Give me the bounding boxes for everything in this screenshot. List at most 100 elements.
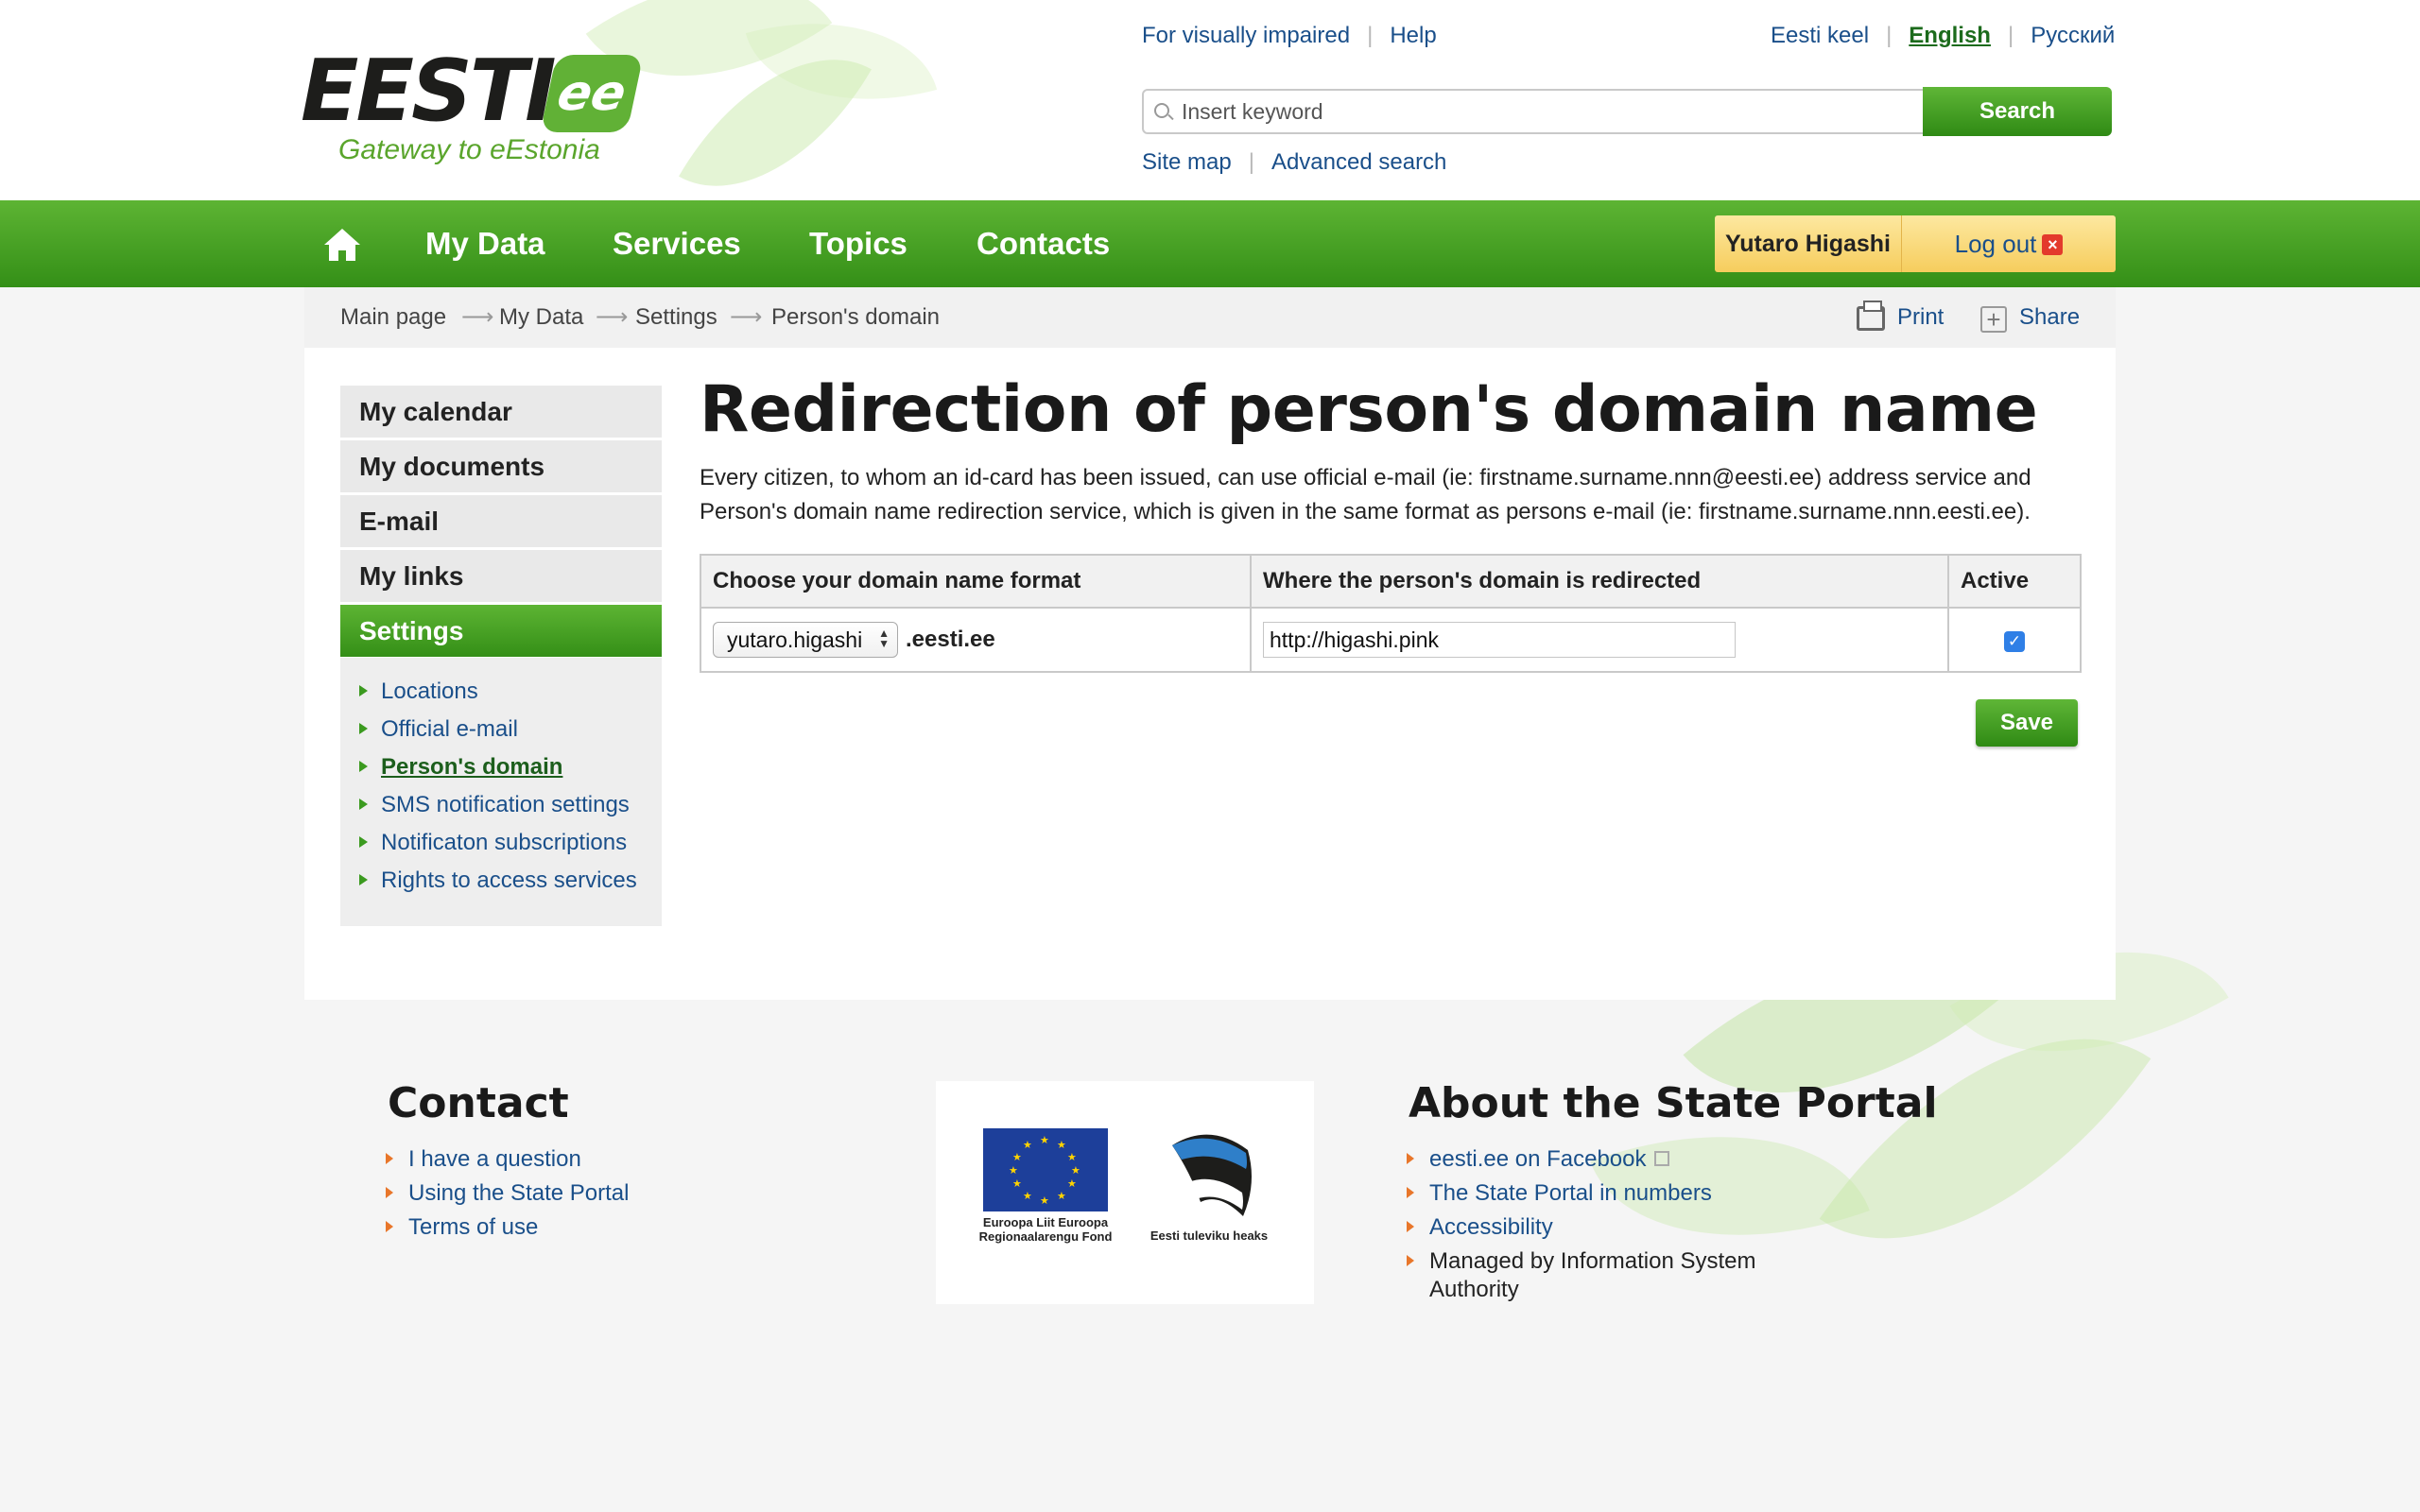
search-bar: Search xyxy=(1142,87,2112,136)
plus-icon[interactable]: + xyxy=(1980,306,2007,333)
main-navigation: My Data Services Topics Contacts Yutaro … xyxy=(0,200,2420,287)
nav-contacts[interactable]: Contacts xyxy=(977,225,1110,263)
lang-english[interactable]: English xyxy=(1909,23,1991,48)
logout-label: Log out xyxy=(1954,230,2037,258)
logo-tagline: Gateway to eEstonia xyxy=(338,134,600,165)
subnav-official-email[interactable]: Official e-mail xyxy=(359,716,518,743)
footer-link-question[interactable]: I have a question xyxy=(386,1145,581,1174)
breadcrumb-my-data[interactable]: My Data xyxy=(499,304,583,331)
breadcrumb-arrow-icon: ⟶ xyxy=(461,304,494,330)
footer-link-using-portal[interactable]: Using the State Portal xyxy=(386,1179,629,1208)
footer-contact-heading: Contact xyxy=(388,1079,569,1127)
subnav-notification-subscriptions[interactable]: Notificaton subscriptions xyxy=(359,830,627,856)
column-header-redirect: Where the person's domain is redirected xyxy=(1250,554,1949,609)
triangle-bullet-icon xyxy=(359,685,368,696)
logo-badge: ee xyxy=(540,55,644,132)
redirect-url-input[interactable] xyxy=(1263,622,1736,658)
subnav-access-rights[interactable]: Rights to access services xyxy=(359,868,637,894)
breadcrumb-arrow-icon: ⟶ xyxy=(730,304,763,330)
active-cell: ✓ xyxy=(1947,607,2082,673)
site-header: EESTI ee Gateway to eEstonia For visuall… xyxy=(0,0,2420,200)
footer-link-accessibility[interactable]: Accessibility xyxy=(1407,1213,1553,1242)
lang-estonian[interactable]: Eesti keel xyxy=(1771,23,1869,48)
active-checkbox[interactable]: ✓ xyxy=(2004,631,2025,652)
footer-link-numbers[interactable]: The State Portal in numbers xyxy=(1407,1179,1712,1208)
sidebar-item-settings[interactable]: Settings xyxy=(340,605,662,657)
subnav-locations[interactable]: Locations xyxy=(359,679,478,705)
footer-managed-by: Managed by Information System Authority xyxy=(1407,1247,1766,1304)
language-switcher: Eesti keel | English | Русский xyxy=(1771,23,2116,48)
logout-button[interactable]: Log out × xyxy=(1902,215,2116,272)
page-title: Redirection of person's domain name xyxy=(700,372,2038,447)
sidebar-item-email[interactable]: E-mail xyxy=(340,495,662,547)
visually-impaired-link[interactable]: For visually impaired xyxy=(1142,23,1350,48)
select-arrows-icon: ▲ ▼ xyxy=(878,627,890,650)
triangle-bullet-icon xyxy=(1407,1221,1414,1232)
triangle-bullet-icon xyxy=(359,761,368,772)
save-button[interactable]: Save xyxy=(1976,699,2078,747)
footer-about-heading: About the State Portal xyxy=(1409,1079,1938,1127)
share-link[interactable]: Share xyxy=(2019,304,2080,331)
sidebar-item-my-documents[interactable]: My documents xyxy=(340,440,662,492)
advanced-search-link[interactable]: Advanced search xyxy=(1271,149,1446,175)
subnav-persons-domain[interactable]: Person's domain xyxy=(359,754,562,781)
utility-links: For visually impaired | Help xyxy=(1142,23,1437,48)
search-sub-links: Site map | Advanced search xyxy=(1142,149,1447,175)
funding-logos: ★ ★ ★ ★ ★ ★ ★ ★ ★ ★ ★ ★ Euroopa Liit Eur… xyxy=(936,1081,1314,1304)
triangle-bullet-icon xyxy=(1407,1255,1414,1266)
triangle-bullet-icon xyxy=(359,799,368,810)
redirect-cell xyxy=(1250,607,1949,673)
ee-logo-text: Eesti tuleviku heaks xyxy=(1150,1228,1269,1243)
site-map-link[interactable]: Site map xyxy=(1142,149,1232,175)
triangle-bullet-icon xyxy=(386,1221,393,1232)
external-link-icon xyxy=(1653,1151,1669,1166)
breadcrumb: Main page ⟶ My Data ⟶ Settings ⟶ Person'… xyxy=(304,287,2116,348)
site-logo[interactable]: EESTI ee Gateway to eEstonia xyxy=(301,42,644,172)
sidebar-item-my-calendar[interactable]: My calendar xyxy=(340,386,662,438)
intro-text: Every citizen, to whom an id-card has be… xyxy=(700,465,2031,524)
footer-link-facebook[interactable]: eesti.ee on Facebook xyxy=(1407,1145,1669,1174)
printer-icon[interactable] xyxy=(1857,301,1885,331)
nav-services[interactable]: Services xyxy=(613,225,741,263)
domain-format-cell: yutaro.higashi ▲ ▼ .eesti.ee xyxy=(700,607,1252,673)
close-icon: × xyxy=(2042,234,2064,255)
breadcrumb-arrow-icon: ⟶ xyxy=(596,304,629,330)
column-header-domain-format: Choose your domain name format xyxy=(700,554,1252,609)
domain-format-select[interactable]: yutaro.higashi ▲ ▼ xyxy=(713,622,898,658)
domain-suffix: .eesti.ee xyxy=(906,627,995,652)
triangle-bullet-icon xyxy=(1407,1153,1414,1164)
table-header-row: Choose your domain name format Where the… xyxy=(700,554,2082,609)
user-box: Yutaro Higashi Log out × xyxy=(1715,215,2116,272)
eu-fund-text: Euroopa Liit Euroopa Regionaalarengu Fon… xyxy=(978,1215,1113,1244)
user-name[interactable]: Yutaro Higashi xyxy=(1715,215,1902,272)
column-header-active: Active xyxy=(1947,554,2082,609)
search-icon xyxy=(1154,103,1169,118)
sidebar: My calendar My documents E-mail My links… xyxy=(340,386,662,660)
footer-link-terms[interactable]: Terms of use xyxy=(386,1213,538,1242)
triangle-bullet-icon xyxy=(359,723,368,734)
help-link[interactable]: Help xyxy=(1390,23,1436,48)
triangle-bullet-icon xyxy=(1407,1187,1414,1198)
print-link[interactable]: Print xyxy=(1897,304,1944,331)
logo-wordmark: EESTI xyxy=(301,42,557,141)
triangle-bullet-icon xyxy=(386,1153,393,1164)
breadcrumb-settings[interactable]: Settings xyxy=(635,304,717,331)
home-icon[interactable] xyxy=(324,229,360,261)
nav-my-data[interactable]: My Data xyxy=(425,225,545,263)
triangle-bullet-icon xyxy=(386,1187,393,1198)
estonian-flag-logo-icon xyxy=(1172,1134,1252,1216)
breadcrumb-main-page[interactable]: Main page xyxy=(340,304,446,331)
domain-table: Choose your domain name format Where the… xyxy=(700,554,2082,673)
subnav-sms-notification[interactable]: SMS notification settings xyxy=(359,792,630,818)
breadcrumb-current: Person's domain xyxy=(771,304,941,330)
search-input[interactable] xyxy=(1142,89,1925,134)
settings-subnav: Locations Official e-mail Person's domai… xyxy=(340,658,662,926)
nav-topics[interactable]: Topics xyxy=(809,225,908,263)
eu-flag-icon: ★ ★ ★ ★ ★ ★ ★ ★ ★ ★ ★ ★ xyxy=(983,1128,1108,1211)
lang-russian[interactable]: Русский xyxy=(2031,23,2115,48)
triangle-bullet-icon xyxy=(359,836,368,848)
search-button[interactable]: Search xyxy=(1923,87,2112,136)
sidebar-item-my-links[interactable]: My links xyxy=(340,550,662,602)
triangle-bullet-icon xyxy=(359,874,368,885)
content-card: Main page ⟶ My Data ⟶ Settings ⟶ Person'… xyxy=(304,287,2116,1000)
